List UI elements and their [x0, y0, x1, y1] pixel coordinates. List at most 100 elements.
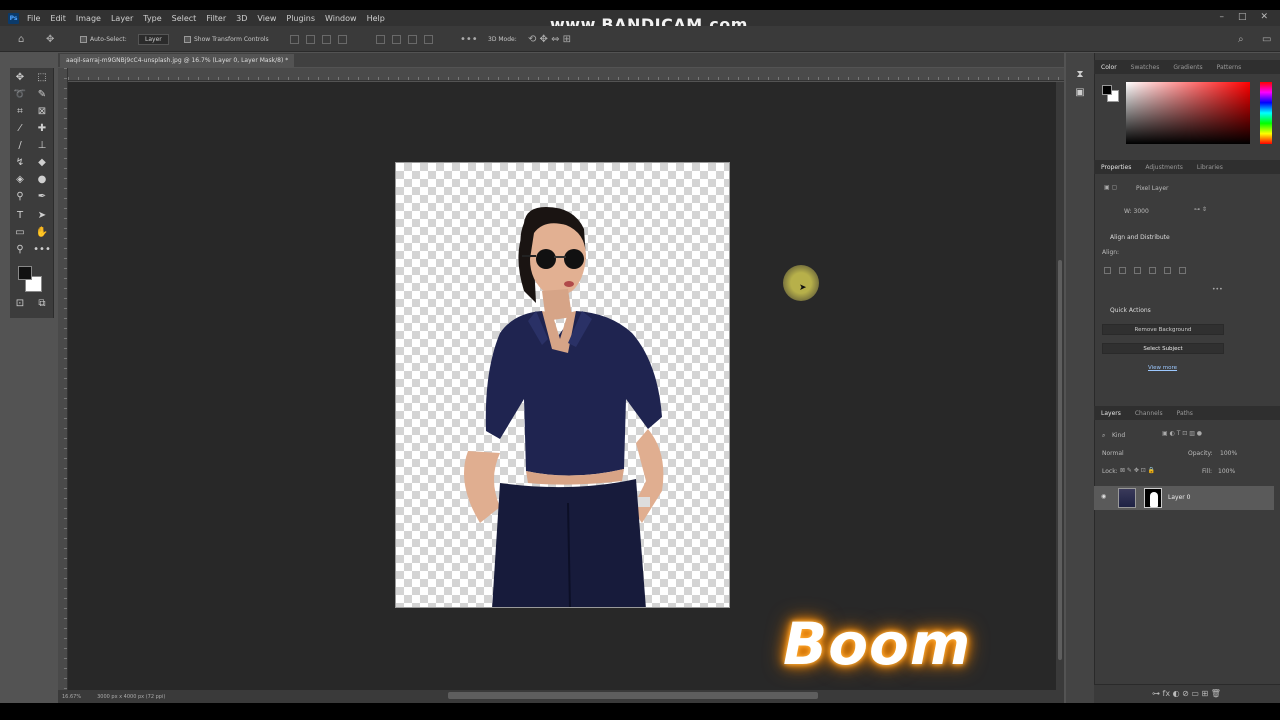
crop-tool-icon[interactable]: ⌗	[12, 104, 28, 118]
remove-background-button[interactable]: Remove Background	[1102, 324, 1224, 335]
move-tool-icon[interactable]: ✥	[12, 70, 28, 84]
3d-mode-icons[interactable]: ⟲ ✥ ⇔ ⊞	[528, 26, 571, 52]
fill-value[interactable]: 100%	[1218, 468, 1235, 475]
layer-filter-icon[interactable]: ⌕	[1102, 432, 1105, 440]
align-left-icon	[1104, 267, 1111, 274]
blend-mode-dropdown[interactable]: Normal	[1102, 450, 1124, 457]
show-transform-checkbox[interactable]: Show Transform Controls	[184, 26, 269, 52]
align-top-icon	[338, 34, 347, 44]
visibility-eye-icon[interactable]: ◉	[1101, 493, 1106, 500]
lock-icons[interactable]: ⊠ ✎ ✥ ⊡ 🔒	[1120, 467, 1155, 474]
tab-adjustments[interactable]: Adjustments	[1138, 164, 1190, 171]
document-tab[interactable]: aaqil-sarraj-m9GNBj9cC4-unsplash.jpg @ 1…	[60, 54, 295, 67]
more-tools-icon[interactable]: •••	[33, 242, 51, 256]
layers-footer: ⊶ fx ◐ ⊘ ▭ ⊞ 🗑	[1094, 684, 1280, 703]
workspace-icon[interactable]: ▭	[1262, 26, 1271, 52]
document-image[interactable]	[395, 162, 730, 608]
layer-filter-kind[interactable]: Kind	[1112, 432, 1125, 439]
eraser-tool-icon[interactable]: ◆	[34, 155, 50, 169]
auto-select-dropdown[interactable]: Layer	[138, 26, 169, 52]
panel-foreground-swatch[interactable]	[1102, 85, 1112, 95]
tab-swatches[interactable]: Swatches	[1124, 64, 1167, 71]
marquee-tool-icon[interactable]: ⬚	[34, 70, 50, 84]
minimize-icon[interactable]: –	[1219, 12, 1224, 22]
distribute-buttons[interactable]	[376, 26, 440, 52]
hue-slider[interactable]	[1260, 82, 1272, 144]
hand-tool-icon[interactable]: ✋	[34, 225, 50, 239]
menu-image[interactable]: Image	[76, 14, 101, 23]
properties-panel-tabs: Properties Adjustments Libraries	[1094, 160, 1280, 174]
history-panel-icon[interactable]: ⧗	[1072, 67, 1088, 81]
auto-select-label: Auto-Select:	[90, 35, 127, 43]
menu-3d[interactable]: 3D	[236, 14, 247, 23]
layer-type-label: Pixel Layer	[1136, 185, 1169, 192]
more-options-icon[interactable]: •••	[460, 26, 478, 52]
menu-type[interactable]: Type	[143, 14, 161, 23]
align-left-icon	[290, 34, 299, 44]
quick-mask-icon[interactable]: ⊡	[12, 296, 28, 310]
menu-view[interactable]: View	[257, 14, 276, 23]
brush-tool-icon[interactable]: /	[12, 138, 28, 152]
vertical-scroll-thumb[interactable]	[1058, 260, 1062, 660]
menu-layer[interactable]: Layer	[111, 14, 133, 23]
width-value[interactable]: W: 3000	[1124, 208, 1149, 215]
align-icons[interactable]	[1104, 267, 1194, 276]
zoom-tool-icon[interactable]: ⚲	[12, 242, 28, 256]
tab-libraries[interactable]: Libraries	[1190, 164, 1230, 171]
distribute-icon	[392, 34, 401, 44]
layer-filter-icons[interactable]: ▣ ◐ T ⊡ ▥ ●	[1162, 430, 1202, 437]
color-picker-field[interactable]	[1126, 82, 1250, 144]
home-icon[interactable]: ⌂	[18, 26, 24, 52]
tab-gradients[interactable]: Gradients	[1166, 64, 1209, 71]
lasso-tool-icon[interactable]: ➰	[12, 87, 28, 101]
close-icon[interactable]: ✕	[1260, 12, 1268, 22]
align-center-icon	[306, 34, 315, 44]
gradient-tool-icon[interactable]: ◈	[12, 172, 28, 186]
link-icon[interactable]: ⊶ ⇕	[1194, 206, 1207, 213]
document-info[interactable]: 3000 px x 4000 px (72 ppi)	[97, 694, 165, 700]
menu-edit[interactable]: Edit	[50, 14, 66, 23]
quick-select-tool-icon[interactable]: ✎	[34, 87, 50, 101]
menu-help[interactable]: Help	[367, 14, 385, 23]
menu-plugins[interactable]: Plugins	[286, 14, 315, 23]
move-tool-icon[interactable]: ✥	[46, 26, 54, 52]
tab-properties[interactable]: Properties	[1094, 164, 1138, 171]
eyedropper-tool-icon[interactable]: ⁄	[12, 121, 28, 135]
foreground-color-swatch[interactable]	[18, 266, 32, 280]
layer-name[interactable]: Layer 0	[1168, 494, 1190, 501]
auto-select-checkbox[interactable]: Auto-Select:	[80, 26, 127, 52]
menu-file[interactable]: File	[27, 14, 40, 23]
pen-tool-icon[interactable]: ✒	[34, 189, 50, 203]
align-buttons[interactable]	[290, 26, 354, 52]
menu-filter[interactable]: Filter	[206, 14, 226, 23]
tab-color[interactable]: Color	[1094, 64, 1124, 71]
opacity-value[interactable]: 100%	[1220, 450, 1237, 457]
path-select-tool-icon[interactable]: ➤	[34, 208, 50, 222]
search-icon[interactable]: ⌕	[1238, 26, 1244, 52]
healing-tool-icon[interactable]: ✚	[34, 121, 50, 135]
menu-window[interactable]: Window	[325, 14, 357, 23]
type-tool-icon[interactable]: T	[12, 208, 28, 222]
layer-thumbnail[interactable]	[1118, 488, 1136, 508]
tab-channels[interactable]: Channels	[1128, 410, 1170, 417]
view-more-link[interactable]: View more	[1148, 365, 1177, 371]
blur-tool-icon[interactable]: ●	[34, 172, 50, 186]
horizontal-scroll-thumb[interactable]	[448, 692, 818, 699]
more-icon[interactable]: •••	[1212, 286, 1223, 293]
layer-mask-thumbnail[interactable]	[1144, 488, 1162, 508]
frame-tool-icon[interactable]: ⊠	[34, 104, 50, 118]
dodge-tool-icon[interactable]: ⚲	[12, 189, 28, 203]
tab-paths[interactable]: Paths	[1170, 410, 1200, 417]
zoom-level[interactable]: 16.67%	[62, 694, 81, 700]
history-brush-tool-icon[interactable]: ↯	[12, 155, 28, 169]
layer-footer-icons[interactable]: ⊶ fx ◐ ⊘ ▭ ⊞ 🗑	[1152, 689, 1221, 698]
tab-patterns[interactable]: Patterns	[1210, 64, 1249, 71]
select-subject-button[interactable]: Select Subject	[1102, 343, 1224, 354]
screen-mode-icon[interactable]: ⧉	[34, 296, 50, 310]
tab-layers[interactable]: Layers	[1094, 410, 1128, 417]
actions-panel-icon[interactable]: ▣	[1072, 85, 1088, 99]
maximize-icon[interactable]: □	[1238, 12, 1247, 22]
rectangle-tool-icon[interactable]: ▭	[12, 225, 28, 239]
menu-select[interactable]: Select	[172, 14, 197, 23]
stamp-tool-icon[interactable]: ⊥	[34, 138, 50, 152]
